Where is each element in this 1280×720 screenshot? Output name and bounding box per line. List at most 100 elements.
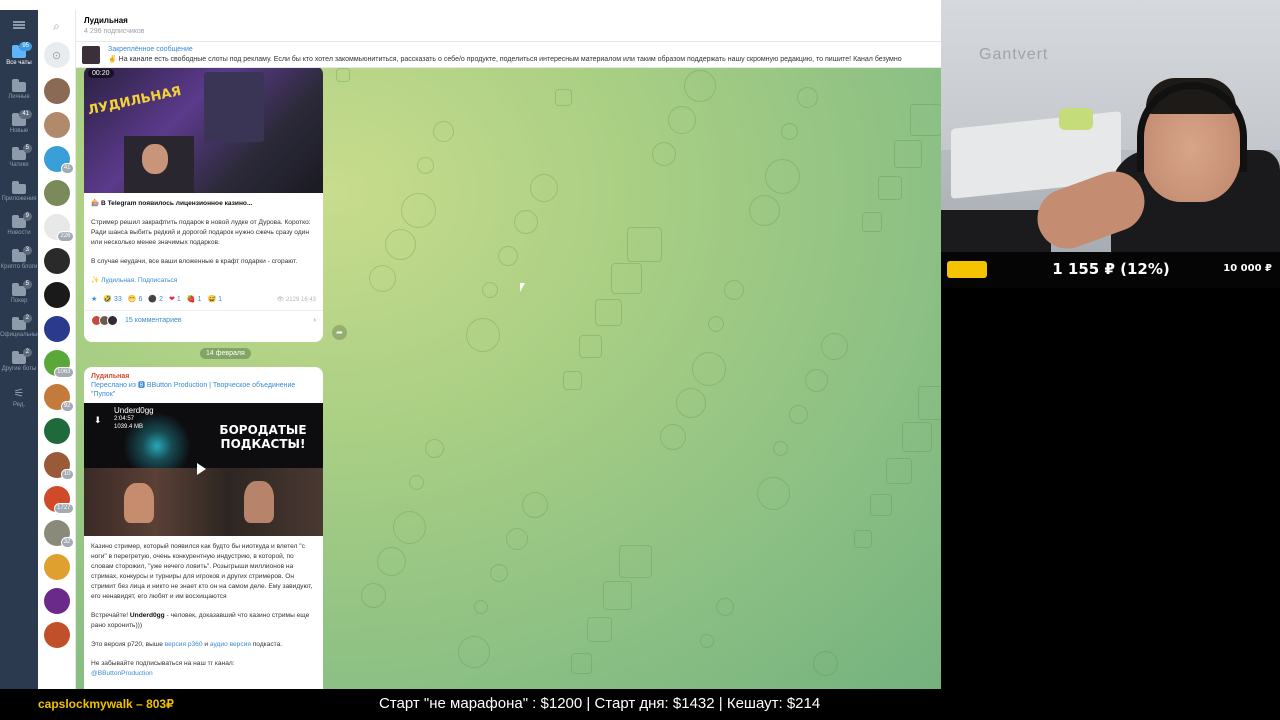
ticker-message: Старт "не марафона" : $1200 | Старт дня:… [379, 695, 821, 712]
chat-avatar[interactable] [43, 248, 70, 274]
reaction-sweat[interactable]: 😅 1 [207, 295, 222, 304]
forward-header[interactable]: Лудильная Переслано из 🅱 BButton Product… [84, 367, 323, 403]
post-video[interactable]: ЛУДИЛЬНАЯ 00:20 [84, 68, 323, 193]
hamburger-menu-icon[interactable] [0, 10, 38, 40]
chat-unread-badge: 1063 [54, 367, 74, 378]
folder-other-bots[interactable]: Другие боты 2 [0, 346, 38, 380]
wallpaper-doodle [466, 318, 500, 352]
reaction-star[interactable]: ★ [91, 295, 97, 303]
pinned-message-bar[interactable]: Закреплённое сообщение ✌ На канале есть … [76, 42, 941, 68]
chat-avatar[interactable]: 226 [43, 214, 74, 242]
goal-current: 1 155 ₽ (12%) [1052, 260, 1170, 278]
download-icon[interactable]: ⬇ [94, 415, 102, 426]
comments-link[interactable]: 15 комментариев › [84, 310, 323, 330]
chat-avatar[interactable] [43, 78, 70, 104]
reaction-strawberry[interactable]: 🍓 1 [186, 295, 202, 304]
wallpaper-doodle [336, 68, 350, 82]
folder-apps[interactable]: Приложения [0, 176, 38, 210]
chat-avatar[interactable] [43, 588, 70, 614]
wallpaper-doodle [902, 422, 932, 452]
chat-avatar[interactable]: 1727 [43, 486, 74, 514]
wallpaper-doodle [894, 140, 922, 168]
sliders-icon: ⚟ [13, 385, 25, 400]
chat-avatar[interactable] [43, 622, 70, 648]
chat-avatar[interactable]: 92 [43, 384, 74, 412]
chat-avatar[interactable] [43, 554, 70, 580]
chevron-right-icon: › [313, 317, 316, 324]
wallpaper-doodle [595, 299, 622, 326]
post-paragraph: В случае неудачи, все ваши вложенные в к… [91, 258, 298, 265]
wallpaper-doodle [409, 475, 424, 490]
reaction-grin[interactable]: 😁 6 [127, 295, 143, 304]
date-separator: 14 февраля [200, 348, 251, 359]
wallpaper-doodle [757, 477, 790, 510]
laugh-icon: 🤣 [103, 296, 112, 303]
wallpaper-doodle [417, 157, 434, 174]
room-laptop [941, 210, 1051, 252]
wallpaper-doodle [433, 121, 454, 142]
folder-label: Покер [10, 297, 28, 304]
reaction-dot[interactable]: ⚫ 2 [148, 295, 163, 304]
text-span: подкаста. [250, 641, 283, 648]
chat-avatar[interactable] [43, 316, 70, 342]
post-video[interactable]: ⬇ Underd0gg 2:04:57 1039.4 MB БОРОДАТЫЕ … [84, 403, 323, 536]
wallpaper-doodle [724, 280, 744, 300]
folder-label: Другие боты [1, 365, 37, 372]
folders-sidebar: Все чаты 95 Личные Новые 41 Чатики 5 При… [0, 10, 41, 689]
folder-poker[interactable]: Покер 5 [0, 278, 38, 312]
search-icon[interactable]: ⌕ [38, 10, 75, 42]
share-icon[interactable]: ➦ [332, 325, 347, 340]
wallpaper-doodle [660, 424, 686, 450]
chat-unread-badge: 92 [60, 401, 74, 412]
audio-link[interactable]: аудио версия [210, 641, 251, 648]
channel-signature-link[interactable]: ✨ Лудильная. Подписаться [91, 276, 316, 286]
chat-unread-badge: 41 [60, 163, 74, 174]
chat-pane: Лудильная 4 296 подписчиков Закреплённое… [76, 10, 941, 689]
folder-edit[interactable]: ⚟ Ред. [0, 380, 38, 414]
folder-label: Ред. [12, 401, 26, 408]
folder-official[interactable]: Официальные 2 [0, 312, 41, 346]
wallpaper-doodle [482, 282, 498, 298]
folder-icon [12, 78, 26, 92]
wallpaper-doodle [563, 371, 582, 390]
wallpaper-doodle [514, 210, 538, 234]
chat-avatar[interactable] [43, 180, 70, 206]
post-text: Казино стример, который появился как буд… [84, 536, 323, 685]
version-link[interactable]: версия p360 [165, 641, 203, 648]
folder-personal[interactable]: Личные [0, 74, 38, 108]
chat-avatar[interactable]: 1063 [43, 350, 74, 378]
strawberry-icon: 🍓 [186, 296, 196, 303]
wallpaper-doodle [506, 528, 528, 550]
chat-avatar[interactable]: 41 [43, 146, 74, 174]
chat-avatar[interactable] [43, 282, 70, 308]
chat-avatar[interactable] [43, 418, 70, 444]
chat-avatar[interactable]: 10 [43, 452, 74, 480]
chat-avatar[interactable] [43, 112, 70, 138]
folder-crypto[interactable]: Крипто блоги 3 [0, 244, 38, 278]
wallpaper-doodle [862, 212, 882, 232]
chat-avatar[interactable]: 32 [43, 520, 74, 548]
grin-icon: 😁 [127, 296, 137, 303]
chat-avatar-list: 41 226 1063 92 10 1727 32 [38, 78, 75, 648]
video-headline: БОРОДАТЫЕ ПОДКАСТЫ! [219, 423, 307, 451]
reaction-laugh[interactable]: 🤣 33 [103, 295, 122, 304]
reaction-heart[interactable]: ❤ 1 [169, 295, 181, 304]
message-area: ЛУДИЛЬНАЯ 00:20 🎰 В Telegram появилось л… [76, 68, 941, 689]
heart-icon: ❤ [169, 296, 175, 303]
chat-unread-badge: 226 [57, 231, 74, 242]
post-headline: 🎰 В Telegram появилось лицензионное кази… [91, 200, 253, 207]
unread-badge: 9 [22, 212, 32, 221]
folder-chats[interactable]: Чатики 5 [0, 142, 38, 176]
archive-icon[interactable]: ⊙ [43, 42, 70, 68]
folder-new[interactable]: Новые 41 [0, 108, 38, 142]
wallpaper-doodle [498, 246, 518, 266]
chat-header[interactable]: Лудильная 4 296 подписчиков [76, 10, 941, 42]
folder-all-chats[interactable]: Все чаты 95 [0, 40, 38, 74]
channel-mention-link[interactable]: @BButtonProduction [91, 669, 316, 679]
folder-news[interactable]: Новости 9 [0, 210, 38, 244]
wallpaper-doodle [781, 123, 798, 140]
last-donator: capslockmywalk – 803₽ [38, 697, 174, 711]
play-icon[interactable] [197, 463, 206, 475]
text-span: Это версия p720, выше [91, 641, 165, 648]
goal-progress-fill [947, 261, 987, 278]
